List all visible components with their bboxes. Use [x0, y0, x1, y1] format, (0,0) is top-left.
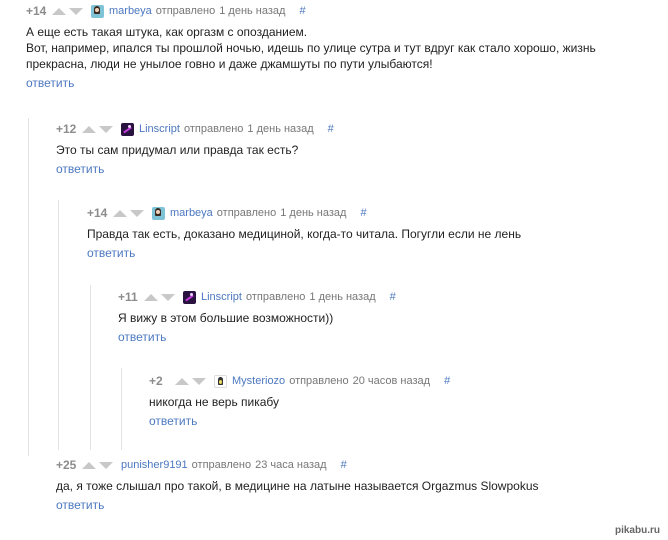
comment: +12 Linscript отправлено 1 день назад # …	[56, 120, 668, 178]
linscript-avatar[interactable]	[183, 290, 196, 304]
comment-sent-label: отправлено	[191, 459, 252, 471]
marbeya-avatar[interactable]	[91, 4, 104, 18]
comment-text: да, я тоже слышал про такой, в медицине …	[56, 479, 539, 493]
downvote-arrow-icon[interactable]	[130, 209, 144, 217]
comment-permalink[interactable]: #	[444, 375, 450, 387]
comment-author[interactable]: marbeya	[170, 207, 213, 219]
comment-text: Правда так есть, доказано медициной, ког…	[87, 227, 522, 241]
upvote-arrow-icon[interactable]	[52, 7, 66, 15]
comment-sent-label: отправлено	[216, 207, 277, 219]
upvote-arrow-icon[interactable]	[144, 293, 158, 301]
downvote-arrow-icon[interactable]	[69, 7, 83, 15]
downvote-arrow-icon[interactable]	[161, 293, 175, 301]
comment-sent-label: отправлено	[183, 123, 244, 135]
upvote-arrow-icon[interactable]	[175, 377, 189, 385]
comment-time: 23 часа назад	[255, 459, 327, 471]
linscript-avatar[interactable]	[121, 122, 134, 136]
thread-line	[58, 200, 59, 450]
comment-permalink[interactable]: #	[390, 291, 396, 303]
comment-rating: +14	[26, 4, 47, 18]
reply-link[interactable]: ответить	[56, 498, 104, 512]
comment-time: 1 день назад	[219, 5, 286, 17]
comment-header: +2 Mysteriozo отправлено 20 часов назад …	[149, 372, 668, 390]
comment-rating: +11	[118, 290, 138, 304]
thread-line	[121, 368, 122, 450]
upvote-arrow-icon[interactable]	[82, 125, 96, 133]
comment-rating: +25	[56, 458, 77, 472]
comment-text: никогда не верь пикабу	[149, 395, 280, 409]
comment: +14 marbeya отправлено 1 день назад # А …	[26, 2, 668, 92]
comment-text: Это ты сам придумал или правда так есть?	[56, 143, 299, 157]
comment-permalink[interactable]: #	[328, 123, 334, 135]
comment-author[interactable]: marbeya	[109, 5, 152, 17]
reply-link[interactable]: ответить	[56, 162, 104, 176]
comment-sent-label: отправлено	[289, 375, 349, 387]
downvote-arrow-icon[interactable]	[192, 377, 206, 385]
comment-permalink[interactable]: #	[299, 5, 305, 17]
comment-time: 20 часов назад	[352, 375, 431, 387]
comment-header: +25 punisher9191 отправлено 23 часа наза…	[56, 456, 668, 474]
comment-rating: +14	[87, 206, 108, 220]
upvote-arrow-icon[interactable]	[113, 209, 127, 217]
comment-rating: +12	[56, 122, 77, 136]
comment-author[interactable]: punisher9191	[121, 459, 188, 471]
comment-time: 1 день назад	[309, 291, 376, 303]
comment: +25 punisher9191 отправлено 23 часа наза…	[56, 456, 668, 514]
downvote-arrow-icon[interactable]	[99, 461, 113, 469]
reply-link[interactable]: ответить	[149, 414, 197, 428]
comment-rating: +2	[149, 374, 163, 388]
comment-permalink[interactable]: #	[360, 207, 366, 219]
comment-author[interactable]: Linscript	[139, 123, 180, 135]
comment-permalink[interactable]: #	[341, 459, 347, 471]
comment-sent-label: отправлено	[155, 5, 216, 17]
comment-author[interactable]: Mysteriozo	[232, 375, 285, 387]
mysteriozo-avatar[interactable]	[214, 374, 227, 388]
comment-author[interactable]: Linscript	[201, 291, 242, 303]
comment-sent-label: отправлено	[245, 291, 306, 303]
comment-time: 1 день назад	[280, 207, 347, 219]
comment-text: А еще есть такая штука, как оргазм с опо…	[26, 25, 596, 71]
comment: +11 Linscript отправлено 1 день назад # …	[118, 288, 668, 346]
comment-time: 1 день назад	[247, 123, 314, 135]
comment-header: +14 marbeya отправлено 1 день назад #	[26, 2, 668, 20]
comment: +14 marbeya отправлено 1 день назад # Пр…	[87, 204, 668, 262]
thread-line	[28, 118, 29, 456]
pikabu-watermark: pikabu.ru	[614, 525, 660, 536]
reply-link[interactable]: ответить	[118, 330, 166, 344]
reply-link[interactable]: ответить	[87, 246, 135, 260]
thread-line	[90, 285, 91, 450]
comment-header: +14 marbeya отправлено 1 день назад #	[87, 204, 668, 222]
upvote-arrow-icon[interactable]	[82, 461, 96, 469]
comment-header: +12 Linscript отправлено 1 день назад #	[56, 120, 668, 138]
downvote-arrow-icon[interactable]	[99, 125, 113, 133]
comment-text: Я вижу в этом большие возможности))	[118, 311, 334, 325]
reply-link[interactable]: ответить	[26, 76, 74, 90]
marbeya-avatar[interactable]	[152, 206, 165, 220]
comment-header: +11 Linscript отправлено 1 день назад #	[118, 288, 668, 306]
comment: +2 Mysteriozo отправлено 20 часов назад …	[149, 372, 668, 430]
